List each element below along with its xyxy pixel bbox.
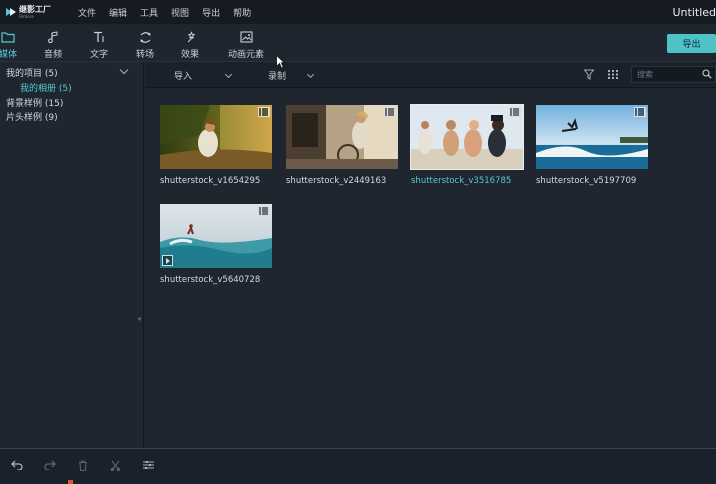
tab-audio[interactable]: 音频 <box>33 29 73 60</box>
chevron-down-icon <box>224 70 233 78</box>
tab-elements[interactable]: 动画元素 <box>222 29 270 60</box>
chevron-down-icon <box>306 70 315 78</box>
title-bar: 继影工厂 Filmora 文件 编辑 工具 视图 导出 帮助 Untitled <box>0 0 716 24</box>
media-grid: shutterstock_v1654295 shutterstock_v2449… <box>145 89 716 448</box>
search-box[interactable] <box>631 66 716 83</box>
tree-item-background-samples[interactable]: 背景样例 (15) <box>6 96 63 109</box>
menu-export[interactable]: 导出 <box>202 6 220 19</box>
delete-icon[interactable] <box>78 460 88 474</box>
media-item[interactable]: shutterstock_v1654295 <box>160 105 272 186</box>
library-tabs: 媒体 音频 文字 转场 效果 动画元素 导出 <box>0 24 716 62</box>
tree-item-intro-samples[interactable]: 片头样例 (9) <box>6 110 58 123</box>
media-thumbnail[interactable] <box>410 104 524 170</box>
video-clip-icon <box>258 206 270 216</box>
menu-view[interactable]: 视图 <box>171 6 189 19</box>
media-item[interactable]: shutterstock_v3516785 <box>410 104 524 186</box>
video-clip-icon <box>509 107 521 117</box>
import-dropdown[interactable]: 导入 <box>174 69 233 82</box>
tree-item-my-album[interactable]: 我的相册 (5) <box>20 81 72 94</box>
video-clip-icon <box>384 107 396 117</box>
logo-text: 继影工厂 <box>19 4 51 14</box>
menu-help[interactable]: 帮助 <box>233 6 251 19</box>
collapse-panel-icon[interactable]: ◂ <box>137 314 141 323</box>
music-note-icon <box>47 29 59 45</box>
menu-bar: 文件 编辑 工具 视图 导出 帮助 <box>78 6 264 19</box>
menu-file[interactable]: 文件 <box>78 6 96 19</box>
tab-transitions[interactable]: 转场 <box>125 29 165 60</box>
media-item[interactable]: shutterstock_v5640728 <box>160 204 272 285</box>
chevron-down-icon[interactable] <box>119 65 129 75</box>
text-icon <box>93 29 106 45</box>
playhead-marker[interactable] <box>68 480 73 484</box>
timeline-toolbar <box>0 448 716 484</box>
folder-icon <box>1 29 15 45</box>
grid-view-icon[interactable] <box>608 70 619 82</box>
redo-icon[interactable] <box>44 460 56 473</box>
media-name: shutterstock_v1654295 <box>160 176 261 186</box>
media-thumbnail[interactable] <box>160 204 272 268</box>
play-media-icon <box>162 255 173 266</box>
media-tree-panel: 我的项目 (5) 我的相册 (5) 背景样例 (15) 片头样例 (9) ◂ <box>0 62 144 448</box>
split-icon[interactable] <box>110 460 121 474</box>
tab-text[interactable]: 文字 <box>79 29 119 60</box>
transition-icon <box>139 29 152 45</box>
media-name: shutterstock_v3516785 <box>411 176 512 186</box>
filmora-logo-icon <box>6 7 16 17</box>
window-title: Untitled <box>672 6 716 19</box>
menu-edit[interactable]: 编辑 <box>109 6 127 19</box>
media-thumbnail[interactable] <box>160 105 272 169</box>
logo-subtext: Filmora <box>19 13 34 19</box>
export-button[interactable]: 导出 <box>667 34 716 53</box>
adjust-icon[interactable] <box>143 460 154 473</box>
effects-icon <box>184 29 197 45</box>
search-icon[interactable] <box>702 69 712 82</box>
elements-icon <box>239 29 253 45</box>
video-clip-icon <box>634 107 646 117</box>
media-thumbnail[interactable] <box>536 105 648 169</box>
search-input[interactable] <box>637 68 697 81</box>
tab-effects[interactable]: 效果 <box>170 29 210 60</box>
video-clip-icon <box>258 107 270 117</box>
menu-tools[interactable]: 工具 <box>140 6 158 19</box>
media-thumbnail[interactable] <box>286 105 398 169</box>
app-logo: 继影工厂 Filmora <box>6 4 72 19</box>
media-name: shutterstock_v5197709 <box>536 176 637 186</box>
filter-icon[interactable] <box>583 69 595 83</box>
mouse-cursor-icon <box>276 55 285 69</box>
tree-item-my-project[interactable]: 我的项目 (5) <box>6 66 58 79</box>
undo-icon[interactable] <box>11 460 23 473</box>
record-dropdown[interactable]: 录制 <box>268 69 315 82</box>
media-item[interactable]: shutterstock_v5197709 <box>536 105 648 186</box>
media-name: shutterstock_v5640728 <box>160 275 261 285</box>
media-name: shutterstock_v2449163 <box>286 176 387 186</box>
media-item[interactable]: shutterstock_v2449163 <box>286 105 398 186</box>
tab-media[interactable]: 媒体 <box>0 29 28 60</box>
